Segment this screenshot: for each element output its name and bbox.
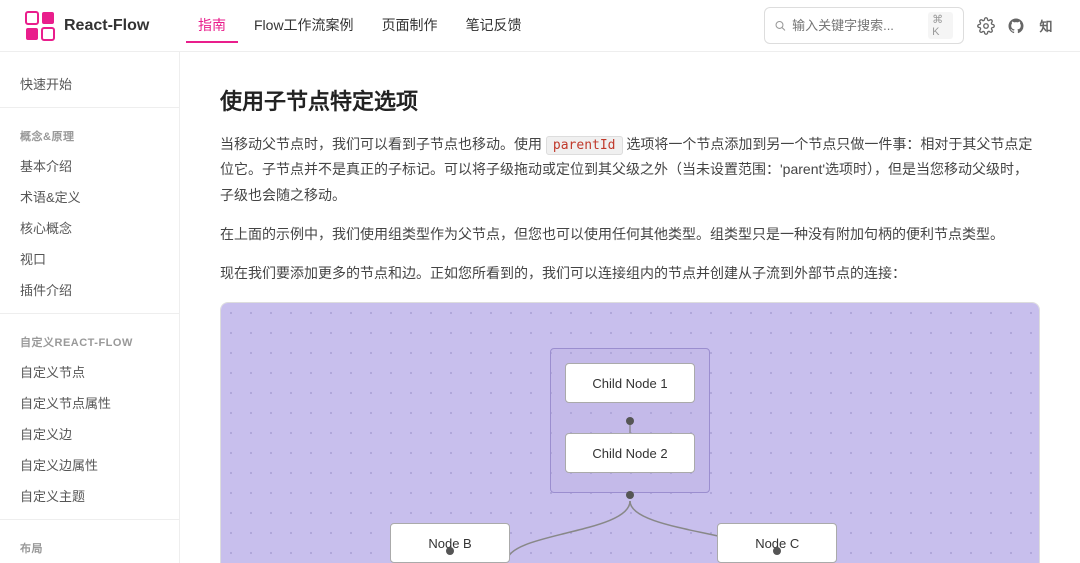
main-nav: 指南 Flow工作流案例 页面制作 笔记反馈: [186, 9, 534, 43]
content-area: 使用子节点特定选项 当移动父节点时，我们可以看到子节点也移动。使用 parent…: [180, 52, 1080, 563]
sidebar-divider-1: [0, 107, 179, 108]
flow-canvas[interactable]: Child Node 1 Child Node 2 Node B: [221, 303, 1039, 563]
sidebar-item-custom-node[interactable]: 自定义节点: [0, 356, 179, 387]
sidebar-item-core[interactable]: 核心概念: [0, 212, 179, 243]
sidebar-item-custom-theme[interactable]: 自定义主题: [0, 480, 179, 511]
para2: 在上面的示例中，我们使用组类型作为父节点，但您也可以使用任何其他类型。组类型只是…: [220, 222, 1040, 247]
sidebar-divider-3: [0, 519, 179, 520]
search-input[interactable]: [792, 18, 922, 33]
node-b[interactable]: Node B: [390, 523, 510, 563]
settings-icon[interactable]: [976, 16, 996, 36]
search-box[interactable]: ⌘ K: [764, 7, 964, 44]
sidebar-item-intro[interactable]: 基本介绍: [0, 150, 179, 181]
inline-code-parentid: parentId: [546, 136, 623, 155]
node-child2-label: Child Node 2: [592, 446, 667, 461]
sidebar-item-viewport[interactable]: 视口: [0, 243, 179, 274]
nav-guide[interactable]: 指南: [186, 9, 238, 43]
logo-icon: [24, 10, 56, 42]
page-title: 使用子节点特定选项: [220, 84, 1040, 116]
sidebar-item-plugins[interactable]: 插件介绍: [0, 274, 179, 305]
sidebar-item-custom-edge[interactable]: 自定义边: [0, 418, 179, 449]
language-text[interactable]: 知: [1036, 16, 1056, 36]
sidebar-item-custom-node-attr[interactable]: 自定义节点属性: [0, 387, 179, 418]
flow-diagram-container: Child Node 1 Child Node 2 Node B: [220, 302, 1040, 563]
node-child2[interactable]: Child Node 2: [565, 433, 695, 473]
sidebar-section-layout: 布局: [0, 528, 179, 562]
sidebar-item-terms[interactable]: 术语&定义: [0, 181, 179, 212]
sidebar: 快速开始 概念&原理 基本介绍 术语&定义 核心概念 视口 插件介绍 自定义RE…: [0, 52, 180, 563]
handle-nodec-top: [773, 547, 781, 555]
node-child1[interactable]: Child Node 1: [565, 363, 695, 403]
github-icon[interactable]: [1006, 16, 1026, 36]
search-icon: [775, 19, 786, 33]
handle-nodeb-top: [446, 547, 454, 555]
logo-text: React-Flow: [64, 17, 149, 35]
sidebar-section-concepts: 概念&原理: [0, 116, 179, 150]
node-c[interactable]: Node C: [717, 523, 837, 563]
nav-flow[interactable]: Flow工作流案例: [242, 9, 366, 43]
main-layout: 快速开始 概念&原理 基本介绍 术语&定义 核心概念 视口 插件介绍 自定义RE…: [0, 52, 1080, 563]
para3: 现在我们要添加更多的节点和边。正如您所看到的，我们可以连接组内的节点并创建从子流…: [220, 261, 1040, 286]
header-right: ⌘ K 知: [764, 7, 1056, 44]
sidebar-section-custom: 自定义REACT-FLOW: [0, 322, 179, 356]
handle-child1-bottom: [626, 417, 634, 425]
logo: React-Flow: [24, 10, 154, 42]
search-shortcut: ⌘ K: [928, 12, 953, 39]
sidebar-item-quickstart[interactable]: 快速开始: [0, 68, 179, 99]
sidebar-divider-2: [0, 313, 179, 314]
header-icons: 知: [976, 16, 1056, 36]
para1: 当移动父节点时，我们可以看到子节点也移动。使用 parentId 选项将一个节点…: [220, 132, 1040, 208]
sidebar-item-custom-edge-attr[interactable]: 自定义边属性: [0, 449, 179, 480]
handle-child2-bottom: [626, 491, 634, 499]
nav-feedback[interactable]: 笔记反馈: [454, 9, 534, 43]
nav-page[interactable]: 页面制作: [370, 9, 450, 43]
header: React-Flow 指南 Flow工作流案例 页面制作 笔记反馈 ⌘ K: [0, 0, 1080, 52]
node-child1-label: Child Node 1: [592, 376, 667, 391]
